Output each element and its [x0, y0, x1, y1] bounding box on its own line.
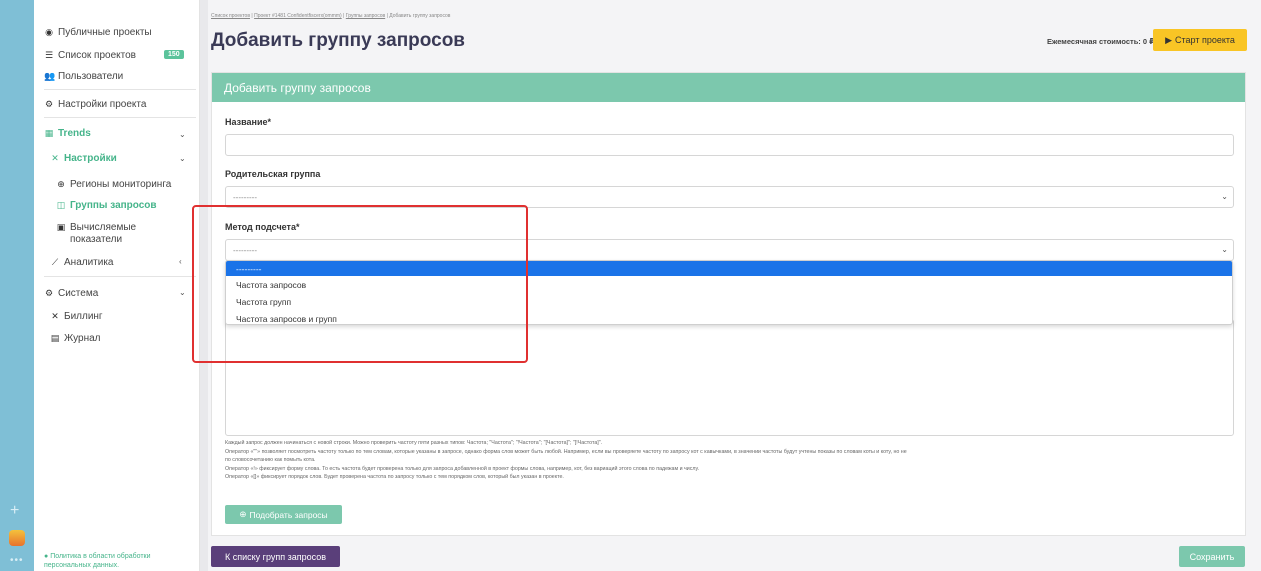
chart-icon: ▦: [44, 128, 54, 138]
gears-icon: ⚙: [44, 99, 54, 109]
nav-users[interactable]: 👥 Пользователи: [44, 71, 123, 82]
chevron-down-icon[interactable]: ⌄: [179, 154, 186, 163]
chevron-down-icon[interactable]: ⌄: [179, 130, 186, 139]
divider: [44, 117, 196, 118]
parent-group-label: Родительская группа: [225, 169, 321, 179]
back-to-groups-button[interactable]: К списку групп запросов: [211, 546, 340, 567]
help-text: Каждый запрос должен начинаться с новой …: [225, 440, 907, 480]
breadcrumb-projects[interactable]: Список проектов: [211, 13, 250, 19]
calculator-icon: ▣: [56, 222, 66, 232]
nav-computed-metrics[interactable]: ▣ Вычисляемые показатели: [56, 222, 136, 246]
nav-project-settings[interactable]: ⚙ Настройки проекта: [44, 99, 146, 110]
nav-regions[interactable]: ⊕ Регионы мониторинга: [56, 179, 171, 190]
info-icon: ●: [44, 553, 49, 560]
tools-icon: ✕: [51, 311, 59, 321]
monthly-cost: Ежемесячная стоимость: 0 ₽ ❓: [1047, 37, 1166, 46]
plus-circle-icon: ⊕: [239, 509, 247, 519]
app-dock: + •••: [0, 0, 34, 571]
more-icon[interactable]: •••: [10, 555, 24, 566]
highlight-box: [192, 205, 528, 363]
nav-journal[interactable]: ▤ Журнал: [50, 333, 101, 344]
name-input[interactable]: [225, 134, 1234, 156]
chevron-down-icon: ⌄: [1221, 245, 1228, 254]
eye-icon: ◉: [45, 27, 53, 37]
nav-analytics[interactable]: ⟋ Аналитика: [50, 257, 114, 268]
list-icon: ☰: [44, 50, 54, 60]
nav-projects-list[interactable]: ☰ Список проектов: [44, 50, 136, 61]
nav-settings[interactable]: ✕ Настройки: [50, 153, 117, 164]
projects-count-badge: 150: [164, 50, 184, 59]
app-icon[interactable]: [9, 530, 25, 546]
card-header: Добавить группу запросов: [212, 73, 1245, 102]
nav-trends[interactable]: ▦ Trends: [44, 128, 91, 139]
breadcrumb-project[interactable]: Проект #1481 Confidentfiscerx(ommm): [254, 13, 342, 19]
folders-icon: ◫: [56, 200, 66, 210]
line-chart-icon: ⟋: [51, 257, 59, 267]
gears-icon: ⚙: [44, 288, 54, 298]
nav-query-groups[interactable]: ◫ Группы запросов: [56, 200, 157, 211]
breadcrumb: Список проектов | Проект #1481 Confident…: [211, 13, 451, 19]
start-project-button[interactable]: ▶ Старт проекта: [1153, 29, 1247, 51]
sidebar: ◉ Публичные проекты ☰ Список проектов 150 …: [34, 0, 200, 571]
nav-system[interactable]: ⚙ Система: [44, 288, 98, 299]
chevron-down-icon: ⌄: [1221, 192, 1228, 201]
chevron-down-icon[interactable]: ⌄: [179, 288, 186, 297]
plus-icon[interactable]: +: [10, 502, 19, 520]
journal-icon: ▤: [50, 333, 60, 343]
breadcrumb-query-groups[interactable]: Группы запросов: [346, 13, 385, 19]
users-icon: 👥: [44, 71, 56, 81]
play-icon: ▶: [1165, 34, 1172, 45]
nav-billing[interactable]: ✕ Биллинг: [50, 311, 102, 322]
globe-icon: ⊕: [57, 179, 65, 189]
chevron-left-icon[interactable]: ‹: [179, 257, 182, 266]
name-label: Название*: [225, 117, 271, 127]
tools-icon: ✕: [51, 153, 59, 163]
divider: [44, 276, 196, 277]
page-title: Добавить группу запросов: [211, 30, 465, 51]
breadcrumb-current: Добавить группу запросов: [389, 13, 451, 19]
pick-queries-button[interactable]: ⊕ Подобрать запросы: [225, 505, 342, 524]
save-button[interactable]: Сохранить: [1179, 546, 1245, 567]
nav-public-projects[interactable]: ◉ Публичные проекты: [44, 27, 152, 38]
privacy-link[interactable]: ● Политика в области обработки персональн…: [44, 552, 194, 570]
divider: [44, 89, 196, 90]
